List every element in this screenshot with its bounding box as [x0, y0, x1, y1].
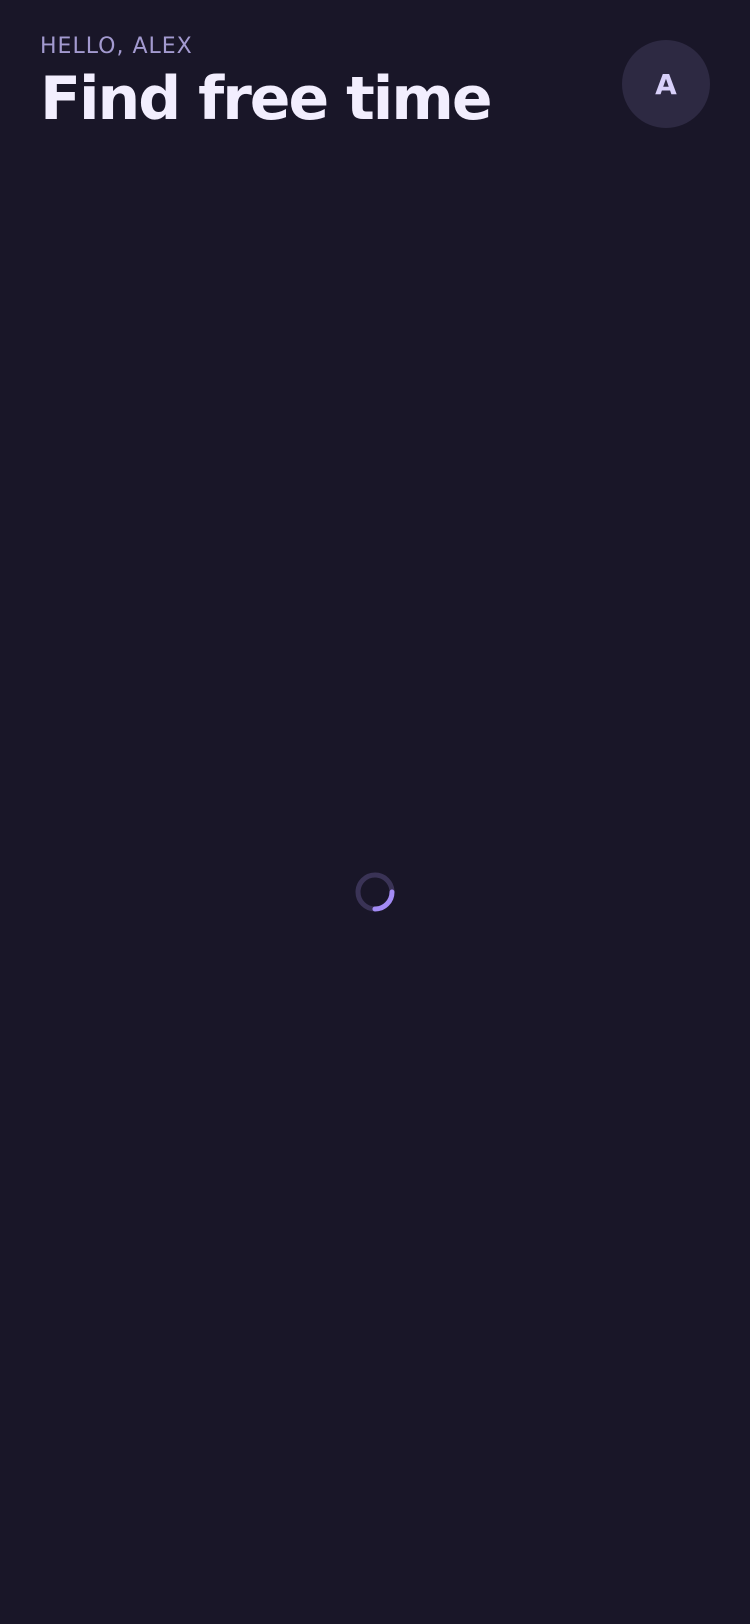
header: HELLO, ALEX Find free time A — [40, 28, 710, 148]
greeting-text: HELLO, ALEX — [40, 34, 193, 59]
loading-spinner — [355, 872, 395, 912]
page-title: Find free time — [40, 64, 493, 134]
spinner-icon — [355, 872, 395, 912]
avatar[interactable]: A — [622, 40, 710, 128]
